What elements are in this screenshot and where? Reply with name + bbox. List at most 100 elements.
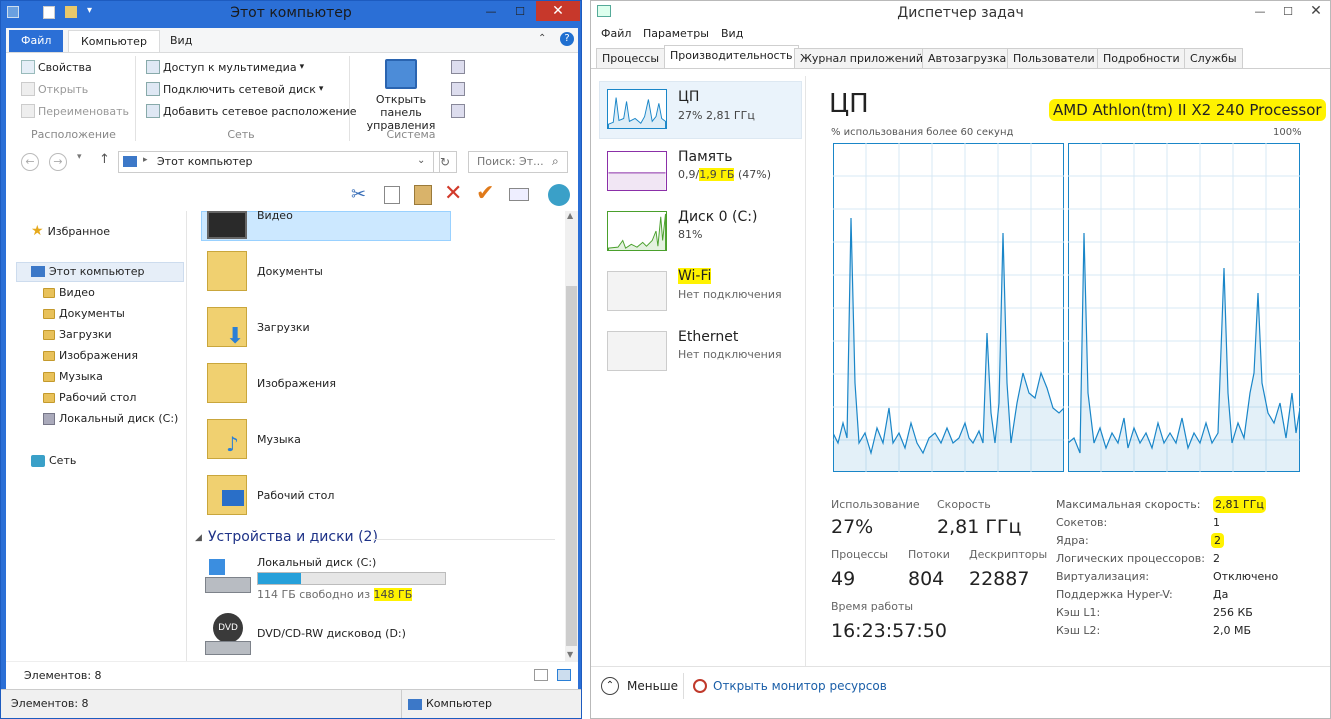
disk-c-total: 148 ГБ [373, 588, 413, 601]
copy-icon[interactable] [384, 186, 400, 204]
tiles-view-icon[interactable] [557, 669, 571, 681]
add-network-location-button[interactable]: Добавить сетевое расположение [146, 104, 357, 118]
details-view-icon[interactable] [534, 669, 548, 681]
open-control-panel-button[interactable]: Открыть панель управления [356, 59, 446, 132]
nav-favorites[interactable]: ★ Избранное [31, 223, 110, 239]
menu-file[interactable]: Файл [601, 27, 631, 40]
chevron-down-icon[interactable]: ⌄ [417, 155, 425, 166]
devices-header[interactable]: Устройства и диски (2) [208, 529, 378, 545]
new-folder-icon[interactable] [65, 6, 77, 18]
scroll-down-icon[interactable]: ▼ [567, 650, 573, 659]
resource-ethernet-name: Ethernet [678, 329, 739, 345]
maximize-button[interactable]: ☐ [506, 1, 534, 21]
uninstall-icon[interactable] [451, 82, 465, 96]
video-folder-icon[interactable] [207, 211, 247, 239]
nav-local-disk[interactable]: Локальный диск (C:) [43, 412, 178, 425]
open-resource-monitor-link[interactable]: Открыть монитор ресурсов [693, 679, 887, 693]
resource-disk-name: Диск 0 (C:) [678, 209, 758, 225]
media-access-button[interactable]: Доступ к мультимедиа ▾ [146, 60, 304, 74]
map-drive-button[interactable]: Подключить сетевой диск ▾ [146, 82, 323, 96]
folder-icon [43, 329, 55, 340]
nav-downloads[interactable]: Загрузки [43, 328, 112, 341]
explorer-titlebar[interactable]: ▾ Этот компьютер — ☐ ✕ [1, 1, 581, 25]
disk-d-name[interactable]: DVD/CD-RW дисковод (D:) [257, 627, 406, 640]
minimize-button[interactable]: — [1246, 1, 1274, 21]
address-bar[interactable]: ▸ Этот компьютер ⌄ [118, 151, 440, 173]
up-icon[interactable]: ↑ [99, 152, 110, 167]
chevron-down-icon[interactable]: ◢ [195, 533, 202, 543]
computer-icon [31, 266, 45, 277]
tab-file[interactable]: Файл [9, 30, 64, 52]
dvd-drive-icon[interactable]: DVD [205, 613, 251, 657]
forward-icon[interactable]: → [49, 153, 67, 171]
close-button[interactable]: ✕ [1302, 1, 1330, 21]
system-properties-icon[interactable] [451, 60, 465, 74]
tab-services[interactable]: Службы [1184, 48, 1243, 69]
chevron-up-icon: ⌃ [601, 677, 619, 695]
menu-options[interactable]: Параметры [643, 27, 709, 40]
delete-icon[interactable]: ✕ [444, 181, 462, 206]
tab-users[interactable]: Пользователи [1007, 48, 1101, 69]
folder-music[interactable]: Музыка [257, 433, 301, 446]
nav-documents[interactable]: Документы [43, 307, 125, 320]
cut-icon[interactable]: ✂ [351, 184, 366, 205]
help-icon[interactable]: ? [560, 32, 574, 46]
refresh-button[interactable]: ↻ [433, 151, 457, 173]
tab-processes[interactable]: Процессы [596, 48, 666, 69]
folder-downloads[interactable]: Загрузки [257, 321, 310, 334]
nav-music[interactable]: Музыка [43, 370, 103, 383]
nav-video[interactable]: Видео [43, 286, 95, 299]
tab-details[interactable]: Подробности [1097, 48, 1186, 69]
less-button[interactable]: ⌃ Меньше [601, 677, 678, 695]
taskmanager-titlebar[interactable]: Диспетчер задач — ☐ ✕ [591, 1, 1330, 25]
quick-toolbar: ✂ ✕ ✔ [6, 179, 578, 211]
hard-drive-icon[interactable] [205, 559, 251, 595]
properties-button[interactable]: Свойства [21, 60, 92, 74]
chevron-up-icon[interactable]: ⌃ [538, 33, 546, 44]
nav-network[interactable]: Сеть [31, 454, 76, 467]
open-button[interactable]: Открыть [21, 82, 88, 96]
nav-pictures[interactable]: Изображения [43, 349, 138, 362]
rename-icon[interactable] [509, 188, 529, 201]
close-button[interactable]: ✕ [536, 1, 580, 21]
drive-body-icon [205, 577, 251, 593]
documents-folder-icon[interactable] [207, 251, 247, 291]
folder-pictures[interactable]: Изображения [257, 377, 336, 390]
maximize-button[interactable]: ☐ [1274, 1, 1302, 21]
rename-button[interactable]: Переименовать [21, 104, 129, 118]
pictures-folder-icon[interactable] [207, 363, 247, 403]
music-folder-icon[interactable]: ♪ [207, 419, 247, 459]
paste-icon[interactable] [414, 185, 432, 205]
back-icon[interactable]: ← [21, 153, 39, 171]
scroll-up-icon[interactable]: ▲ [567, 211, 573, 220]
scrollbar[interactable]: ▲ ▼ [565, 211, 578, 661]
nav-this-pc[interactable]: Этот компьютер [31, 265, 145, 278]
disk-c-name[interactable]: Локальный диск (C:) [257, 556, 376, 569]
resource-disk-sub: 81% [678, 228, 703, 241]
downloads-folder-icon[interactable]: ⬇ [207, 307, 247, 349]
tab-performance[interactable]: Производительность [664, 45, 799, 69]
detail-key-sockets: Сокетов: [1056, 516, 1108, 529]
handles-label: Дескрипторы [969, 548, 1048, 561]
folder-video[interactable]: Видео [257, 209, 293, 222]
menu-view[interactable]: Вид [721, 27, 743, 40]
chevron-down-icon[interactable]: ▾ [77, 152, 82, 162]
tab-view[interactable]: Вид [158, 30, 204, 52]
scroll-thumb[interactable] [566, 286, 577, 646]
folder-documents[interactable]: Документы [257, 265, 323, 278]
windows-logo-icon [209, 559, 225, 575]
globe-icon[interactable] [548, 184, 570, 206]
folder-desktop[interactable]: Рабочий стол [257, 489, 334, 502]
tab-computer[interactable]: Компьютер [68, 30, 160, 52]
tab-app-history[interactable]: Журнал приложений [794, 48, 930, 69]
manage-icon[interactable] [451, 104, 465, 118]
minimize-button[interactable]: — [477, 1, 505, 21]
desktop-folder-icon[interactable] [207, 475, 247, 515]
tab-startup[interactable]: Автозагрузка [922, 48, 1013, 69]
search-box[interactable]: Поиск: Эт... ⌕ [468, 151, 568, 173]
chevron-down-icon[interactable]: ▾ [87, 5, 92, 16]
properties-icon[interactable] [43, 6, 55, 19]
nav-desktop[interactable]: Рабочий стол [43, 391, 136, 404]
search-input[interactable]: Поиск: Эт... [477, 155, 544, 168]
checkmark-icon[interactable]: ✔ [476, 181, 494, 206]
